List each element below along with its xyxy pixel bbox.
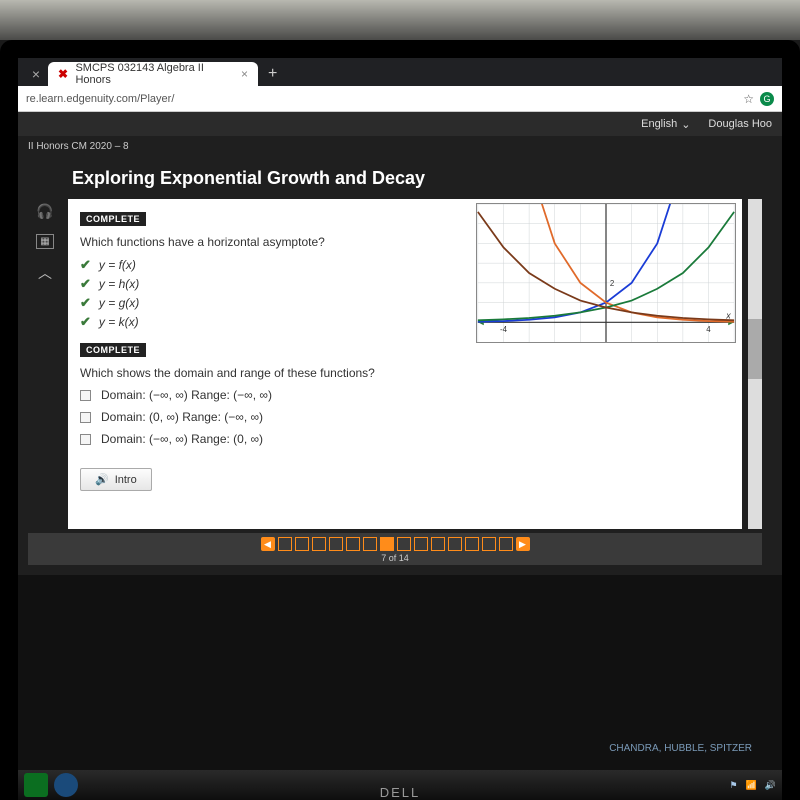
progress-step[interactable] <box>346 537 360 551</box>
collapse-up-icon[interactable]: ︿ <box>38 263 52 283</box>
user-name[interactable]: Douglas Hoo <box>708 118 772 130</box>
browser-action-icons: ☆ G <box>743 92 774 106</box>
progress-step[interactable] <box>278 537 292 551</box>
panel-scrollbar[interactable] <box>748 199 762 529</box>
svg-text:x: x <box>725 310 731 320</box>
laptop-bezel: × ✖ SMCPS 032143 Algebra II Honors × + r… <box>0 40 800 800</box>
tab-close-icon[interactable]: × <box>241 67 248 81</box>
check-icon: ✔ <box>80 295 91 311</box>
browser-tab-strip: × ✖ SMCPS 032143 Algebra II Honors × + <box>18 58 782 86</box>
star-icon[interactable]: ☆ <box>743 92 754 106</box>
check-icon: ✔ <box>80 314 91 330</box>
progress-strip: ◀ ▶ 7 of 14 <box>28 533 762 565</box>
course-label: II Honors CM 2020 – 8 <box>28 141 129 152</box>
new-tab-button[interactable]: + <box>258 62 287 86</box>
progress-step[interactable] <box>499 537 513 551</box>
complete-badge-1: COMPLETE <box>80 212 146 226</box>
progress-step[interactable] <box>465 537 479 551</box>
lesson-title: Exploring Exponential Growth and Decay <box>72 168 762 189</box>
check-icon: ✔ <box>80 276 91 292</box>
progress-step[interactable] <box>380 537 394 551</box>
progress-step[interactable] <box>312 537 326 551</box>
speaker-icon: 🔊 <box>95 473 109 486</box>
browser-address-bar: re.learn.edgenuity.com/Player/ ☆ G <box>18 86 782 112</box>
answer-text: y = g(x) <box>99 296 139 310</box>
progress-step[interactable] <box>431 537 445 551</box>
lesson-area: Exploring Exponential Growth and Decay 🎧… <box>18 156 782 575</box>
tab-title: SMCPS 032143 Algebra II Honors <box>75 62 235 86</box>
extension-icon[interactable]: G <box>760 92 774 106</box>
question-2-text: Which shows the domain and range of thes… <box>80 366 730 380</box>
prev-tab-close[interactable]: × <box>24 62 48 86</box>
chevron-down-icon: ⌄ <box>681 118 690 131</box>
content-panel: COMPLETE Which functions have a horizont… <box>68 199 742 529</box>
progress-boxes: ◀ ▶ <box>261 537 530 551</box>
calculator-icon[interactable]: ▦ <box>36 234 53 249</box>
answer-text: y = f(x) <box>99 258 136 272</box>
progress-next-button[interactable]: ▶ <box>516 537 530 551</box>
headphones-icon[interactable]: 🎧 <box>36 203 53 220</box>
progress-step[interactable] <box>329 537 343 551</box>
edgenuity-favicon-icon: ✖ <box>58 68 69 80</box>
question-2-options: Domain: (−∞, ∞) Range: (−∞, ∞) Domain: (0… <box>80 388 730 446</box>
browser-tab-active[interactable]: ✖ SMCPS 032143 Algebra II Honors × <box>48 62 258 86</box>
progress-step[interactable] <box>414 537 428 551</box>
url-text[interactable]: re.learn.edgenuity.com/Player/ <box>26 93 735 105</box>
checkbox-icon[interactable] <box>80 412 91 423</box>
progress-step[interactable] <box>397 537 411 551</box>
option-text: Domain: (0, ∞) Range: (−∞, ∞) <box>101 410 263 424</box>
checkbox-icon[interactable] <box>80 434 91 445</box>
svg-text:2: 2 <box>610 279 614 288</box>
progress-step[interactable] <box>482 537 496 551</box>
language-label: English <box>641 118 677 130</box>
complete-badge-2: COMPLETE <box>80 343 146 357</box>
option-item[interactable]: Domain: (−∞, ∞) Range: (−∞, ∞) <box>80 388 730 402</box>
progress-step[interactable] <box>295 537 309 551</box>
app-header: English ⌄ Douglas Hoo <box>18 112 782 136</box>
course-bar: II Honors CM 2020 – 8 <box>18 136 782 156</box>
exponential-graph: -4 4 2 x <box>476 203 736 343</box>
laptop-brand-label: DELL <box>0 785 800 800</box>
intro-button[interactable]: 🔊 Intro <box>80 468 152 491</box>
answer-text: y = h(x) <box>99 277 139 291</box>
screen: × ✖ SMCPS 032143 Algebra II Honors × + r… <box>18 58 782 800</box>
answer-text: y = k(x) <box>99 315 139 329</box>
option-item[interactable]: Domain: (−∞, ∞) Range: (0, ∞) <box>80 432 730 446</box>
progress-counter: 7 of 14 <box>381 553 409 563</box>
scrollbar-thumb[interactable] <box>748 319 762 379</box>
progress-step[interactable] <box>448 537 462 551</box>
desktop-watermark: CHANDRA, HUBBLE, SPITZER <box>609 743 752 754</box>
lesson-body: 🎧 ▦ ︿ COMPLETE Which functions have a ho… <box>28 199 762 529</box>
check-icon: ✔ <box>80 257 91 273</box>
option-text: Domain: (−∞, ∞) Range: (0, ∞) <box>101 432 263 446</box>
svg-text:4: 4 <box>706 325 711 334</box>
progress-prev-button[interactable]: ◀ <box>261 537 275 551</box>
svg-text:-4: -4 <box>500 325 508 334</box>
intro-button-label: Intro <box>115 474 137 486</box>
ambient-background <box>0 0 800 40</box>
progress-step[interactable] <box>363 537 377 551</box>
option-item[interactable]: Domain: (0, ∞) Range: (−∞, ∞) <box>80 410 730 424</box>
lesson-side-toolbar: 🎧 ▦ ︿ <box>28 199 62 529</box>
checkbox-icon[interactable] <box>80 390 91 401</box>
language-selector[interactable]: English ⌄ <box>641 118 690 131</box>
option-text: Domain: (−∞, ∞) Range: (−∞, ∞) <box>101 388 272 402</box>
